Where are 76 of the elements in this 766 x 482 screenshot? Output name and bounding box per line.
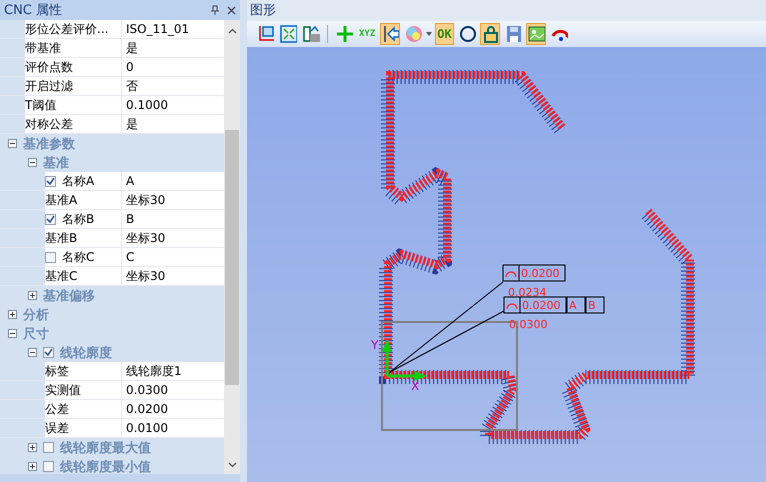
expand-icon[interactable] [28, 462, 37, 471]
profile-symbol-icon [504, 296, 520, 314]
dropdown-caret-icon[interactable] [426, 32, 432, 36]
measured-value: 0.0234 [508, 286, 546, 299]
property-label: 评价点数 [25, 58, 73, 76]
checkbox[interactable] [43, 461, 54, 472]
scroll-down-icon[interactable] [228, 462, 236, 468]
property-label: 对称公差 [25, 116, 73, 132]
category-label: 基准 [43, 154, 69, 172]
collapse-icon[interactable] [8, 329, 17, 338]
expand-icon[interactable] [28, 291, 37, 300]
axis-label: X [411, 379, 420, 393]
category-label: 线轮廓度 [60, 344, 112, 362]
property-value[interactable]: ISO_11_01 [122, 20, 224, 38]
property-value[interactable]: 是 [122, 115, 224, 133]
category-label: 尺寸 [23, 326, 49, 342]
fit-view-icon[interactable] [278, 22, 298, 45]
property-label: 公差 [45, 400, 69, 418]
checkbox[interactable] [43, 442, 54, 453]
property-value[interactable]: 0.0100 [122, 419, 224, 437]
panel-title: CNC 属性 [4, 2, 62, 19]
scroll-up-icon[interactable] [228, 28, 236, 34]
collapse-icon[interactable] [8, 139, 17, 148]
property-label: 实测值 [45, 382, 81, 398]
category-label: 基准偏移 [43, 288, 95, 304]
profile-symbol-icon [502, 264, 520, 282]
property-value[interactable]: 否 [122, 77, 224, 95]
checkbox[interactable] [45, 214, 56, 224]
property-label: 基准B [45, 230, 78, 246]
property-value[interactable]: 坐标30 [122, 267, 224, 285]
image-icon[interactable] [526, 22, 546, 45]
property-label: 基准C [45, 268, 78, 284]
measured-value: 0.0300 [509, 318, 548, 331]
property-label: 开启过滤 [25, 78, 73, 94]
property-value[interactable]: B [122, 210, 224, 228]
property-label: T阈值 [25, 96, 56, 114]
expand-icon[interactable] [28, 443, 37, 452]
tolerance-cell: 0.0200 [518, 264, 566, 282]
property-label: 名称A [62, 172, 94, 190]
property-label: 名称C [62, 248, 94, 266]
checkbox[interactable] [43, 347, 54, 358]
panel-title: 图形 [250, 2, 276, 20]
tolerance-cell: 0.0200 [520, 296, 566, 314]
category-label: 分析 [23, 306, 49, 324]
category-label: 基准参数 [23, 136, 75, 152]
property-label: 名称B [62, 210, 94, 228]
scrollbar[interactable] [224, 20, 240, 474]
axis-label: Y [371, 338, 378, 352]
pin-icon[interactable] [211, 5, 219, 15]
category-label: 线轮廓度最小值 [60, 458, 151, 474]
expand-icon[interactable] [8, 310, 17, 319]
property-label: 标签 [45, 362, 69, 380]
lock-icon[interactable] [480, 22, 500, 45]
property-value[interactable]: 是 [122, 39, 224, 57]
category-label: 线轮廓度最大值 [60, 440, 151, 456]
collapse-icon[interactable] [28, 158, 37, 167]
property-label: 基准A [45, 192, 78, 208]
property-value[interactable]: 0 [122, 58, 224, 76]
property-label: 带基准 [25, 40, 61, 56]
property-label: 形位公差评价... [25, 20, 108, 38]
property-label: 误差 [45, 420, 69, 436]
checkbox[interactable] [45, 252, 56, 262]
property-value[interactable]: A [122, 172, 224, 190]
property-value[interactable]: 坐标30 [122, 229, 224, 247]
checkbox[interactable] [45, 176, 56, 186]
axis-arrows-icon [382, 339, 427, 381]
tolerance-cell: B [586, 296, 604, 314]
property-value[interactable]: 0.0200 [122, 400, 224, 418]
property-value[interactable]: 0.0300 [122, 381, 224, 399]
close-icon[interactable] [227, 6, 236, 14]
property-value[interactable]: 线轮廓度1 [122, 362, 224, 380]
property-value[interactable]: C [122, 248, 224, 266]
collapse-icon[interactable] [28, 348, 37, 357]
property-value[interactable]: 0.1000 [122, 96, 224, 114]
property-value[interactable]: 坐标30 [122, 191, 224, 209]
tolerance-cell: A [566, 296, 586, 314]
